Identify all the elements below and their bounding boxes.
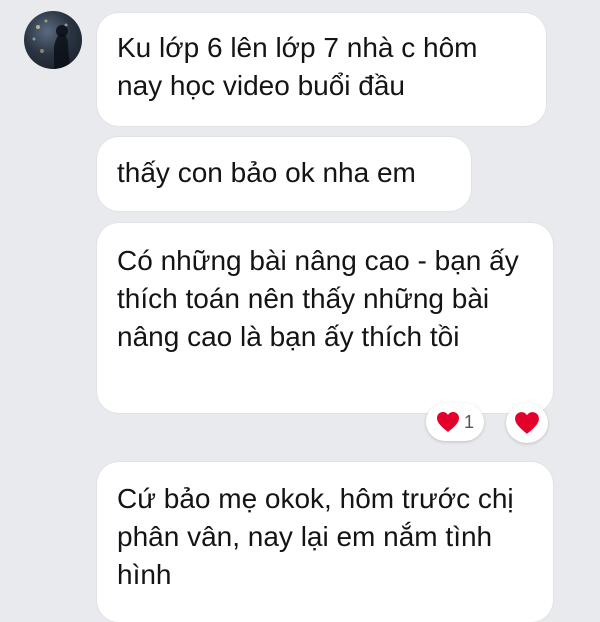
heart-icon — [436, 412, 459, 432]
reaction-count: 1 — [463, 412, 474, 432]
message-bubble[interactable]: Cứ bảo mẹ okok, hôm trước chị phân vân, … — [97, 462, 553, 622]
message-text: thấy con bảo ok nha em — [117, 157, 416, 188]
message-bubble[interactable]: Ku lớp 6 lên lớp 7 nhà c hôm nay học vid… — [97, 13, 546, 126]
avatar-image — [32, 19, 70, 69]
message-text: Có những bài nâng cao - bạn ấy thích toá… — [117, 245, 519, 352]
heart-icon — [515, 412, 539, 434]
message-bubble[interactable]: thấy con bảo ok nha em — [97, 137, 471, 211]
message-text: Cứ bảo mẹ okok, hôm trước chị phân vân, … — [117, 483, 514, 590]
sender-avatar[interactable] — [24, 11, 82, 69]
message-bubble[interactable]: Có những bài nâng cao - bạn ấy thích toá… — [97, 223, 553, 413]
message-reaction[interactable]: 1 — [426, 403, 484, 441]
react-button[interactable] — [506, 403, 548, 443]
message-text: Ku lớp 6 lên lớp 7 nhà c hôm nay học vid… — [117, 32, 478, 101]
